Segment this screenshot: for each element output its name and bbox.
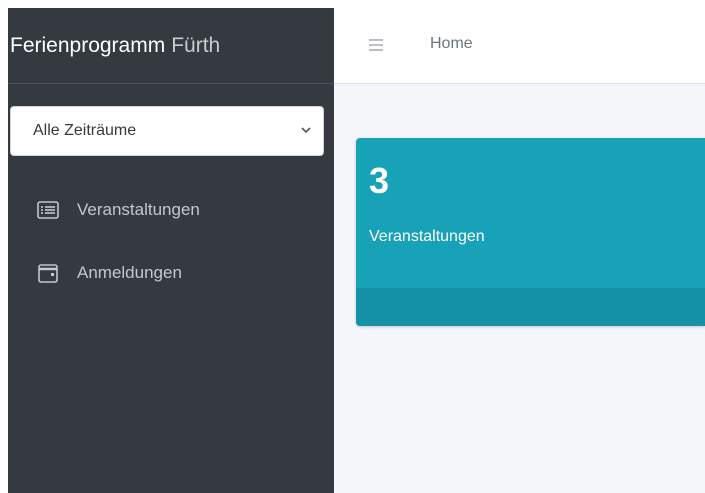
main-content: 3 Veranstaltungen xyxy=(334,84,705,493)
brand-link[interactable]: Ferienprogramm Fürth xyxy=(8,8,334,84)
events-count: 3 xyxy=(369,160,390,201)
sidebar-item-label: Anmeldungen xyxy=(77,263,182,282)
breadcrumb-home-link[interactable]: Home xyxy=(430,35,473,53)
chevron-down-icon xyxy=(301,127,311,134)
brand-subtitle: Fürth xyxy=(171,33,221,57)
events-label: Veranstaltungen xyxy=(369,228,485,245)
brand-title: Ferienprogramm xyxy=(10,33,166,57)
calendar-icon xyxy=(36,261,60,285)
app-window: Ferienprogramm Fürth Alle Zeiträume Vera… xyxy=(0,0,705,493)
top-navbar: Home xyxy=(334,8,705,84)
hamburger-icon[interactable] xyxy=(369,39,383,51)
sidebar-item-anmeldungen[interactable]: Anmeldungen xyxy=(36,258,182,288)
period-select-value: Alle Zeiträume xyxy=(33,122,137,139)
list-icon xyxy=(36,198,60,222)
sidebar: Ferienprogramm Fürth Alle Zeiträume Vera… xyxy=(8,8,334,493)
period-select[interactable]: Alle Zeiträume xyxy=(10,106,324,156)
info-box-footer[interactable] xyxy=(356,288,705,326)
sidebar-item-veranstaltungen[interactable]: Veranstaltungen xyxy=(36,195,200,225)
events-info-box[interactable]: 3 Veranstaltungen xyxy=(356,138,705,326)
sidebar-item-label: Veranstaltungen xyxy=(77,200,200,219)
